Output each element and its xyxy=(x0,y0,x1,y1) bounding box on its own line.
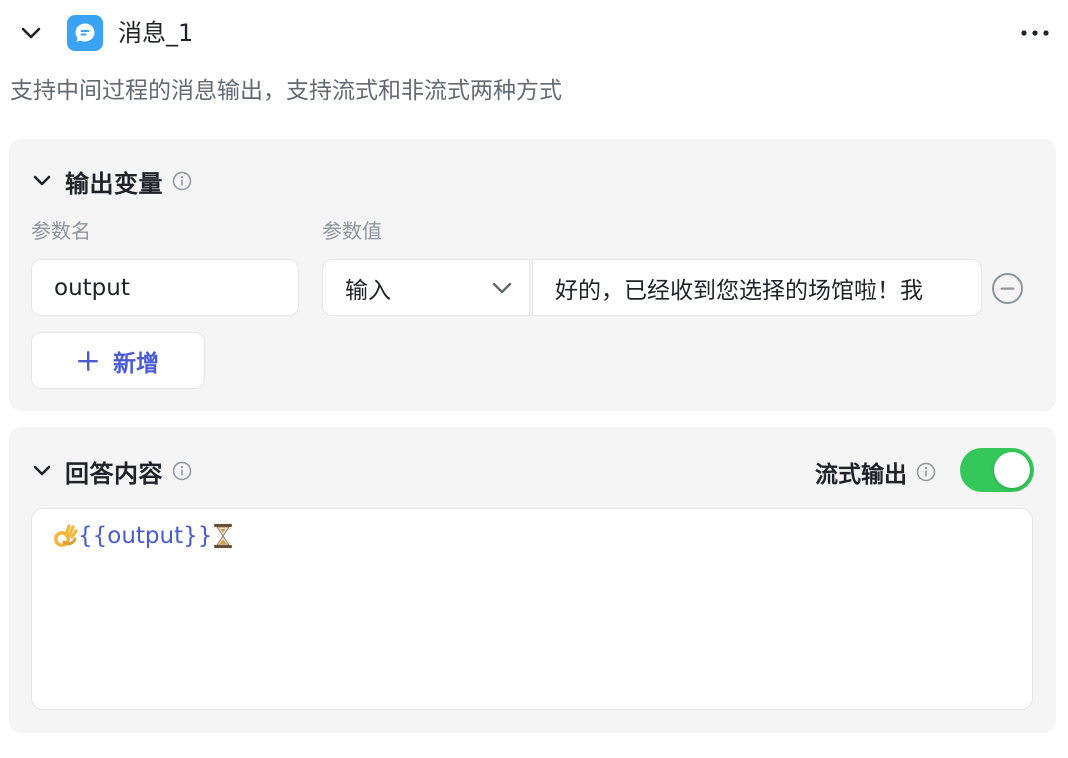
info-icon[interactable] xyxy=(172,171,192,191)
add-variable-button[interactable]: 新增 xyxy=(31,332,205,389)
plus-icon xyxy=(77,350,99,372)
minus-circle-icon xyxy=(992,273,1023,304)
param-name-value: output xyxy=(54,274,130,301)
output-variables-panel: 输出变量 参数名 参数值 output 输入 好的，已经收到您选择的场馆啦！我 xyxy=(9,139,1056,411)
param-name-label: 参数名 xyxy=(31,219,91,243)
chevron-down-icon xyxy=(33,175,51,186)
node-collapse-button[interactable] xyxy=(16,18,46,48)
chevron-down-icon xyxy=(492,282,512,293)
answer-content-header: 回答内容 xyxy=(31,453,192,489)
param-value-text: 好的，已经收到您选择的场馆啦！我 xyxy=(555,277,923,304)
remove-row-button[interactable] xyxy=(991,272,1024,305)
answer-content-title: 回答内容 xyxy=(65,459,163,488)
value-type-select[interactable]: 输入 xyxy=(322,259,530,316)
chevron-down-icon xyxy=(33,465,51,476)
output-section-collapse-button[interactable] xyxy=(31,170,53,192)
answer-content-line: {{output}} xyxy=(54,523,1010,549)
info-icon[interactable] xyxy=(172,461,192,481)
param-value-label: 参数值 xyxy=(322,219,382,243)
param-value-input[interactable]: 好的，已经收到您选择的场馆啦！我 xyxy=(532,259,982,316)
more-dots-icon xyxy=(1021,30,1049,36)
answer-section-collapse-button[interactable] xyxy=(31,460,53,482)
output-variables-title: 输出变量 xyxy=(65,169,163,198)
message-bubble-icon xyxy=(67,15,103,51)
hourglass-emoji-icon xyxy=(212,523,234,549)
chevron-down-icon xyxy=(21,27,41,39)
info-icon[interactable] xyxy=(916,462,936,482)
value-type-selected: 输入 xyxy=(345,277,391,304)
node-header: 消息_1 xyxy=(0,0,1068,66)
node-description: 支持中间过程的消息输出，支持流式和非流式两种方式 xyxy=(10,78,562,104)
more-options-button[interactable] xyxy=(1018,18,1052,48)
answer-content-editor[interactable]: {{output}} xyxy=(31,508,1033,710)
stream-output-label-group: 流式输出 xyxy=(815,454,936,490)
add-variable-label: 新增 xyxy=(113,350,159,377)
node-title: 消息_1 xyxy=(118,19,194,47)
stream-output-toggle[interactable] xyxy=(960,448,1034,492)
output-variables-header: 输出变量 xyxy=(31,163,192,199)
ok-hand-emoji-icon xyxy=(54,523,78,549)
answer-content-panel: 回答内容 流式输出 {{output}} xyxy=(9,427,1056,733)
toggle-knob xyxy=(994,452,1030,488)
stream-output-label: 流式输出 xyxy=(815,462,907,488)
output-variable-token: {{output}} xyxy=(78,523,213,549)
param-name-input[interactable]: output xyxy=(31,259,299,316)
